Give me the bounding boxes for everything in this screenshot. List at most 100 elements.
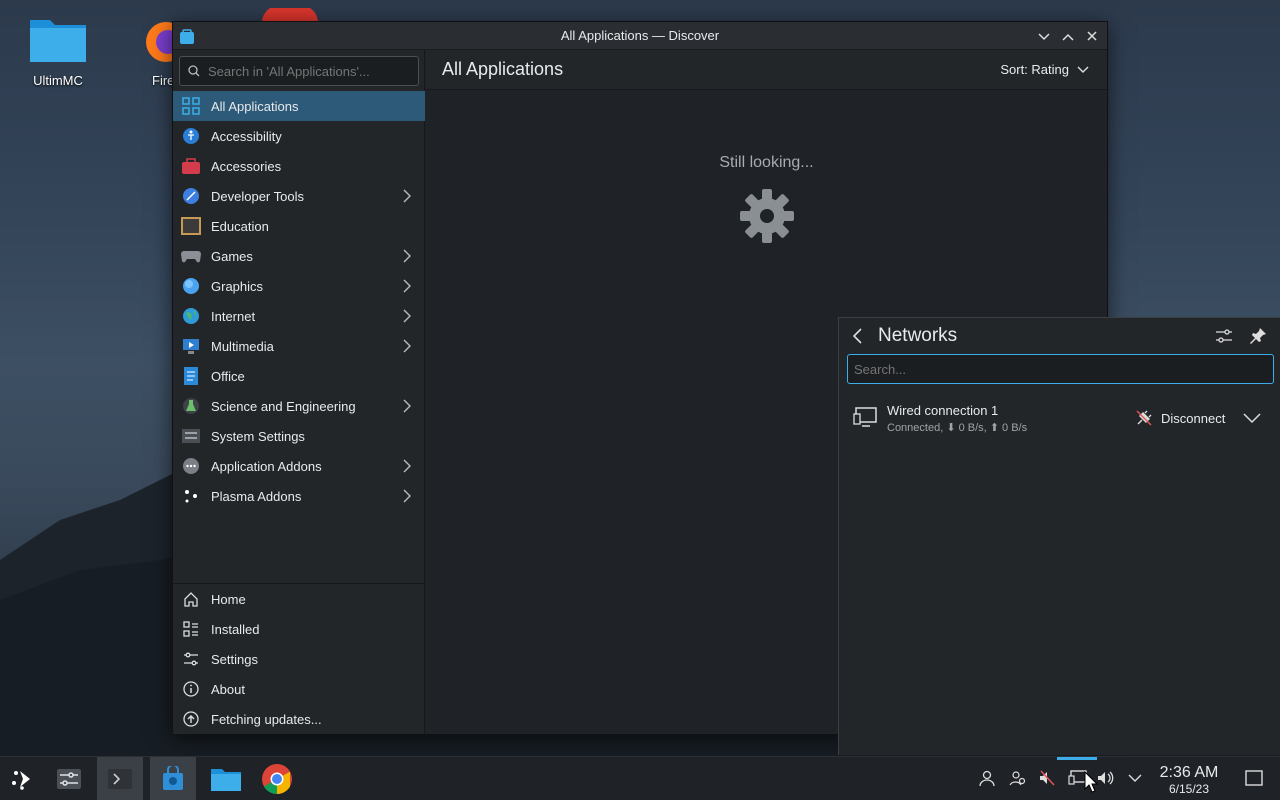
clock-time: 2:36 AM [1159,764,1219,781]
education-icon [181,216,201,236]
task-discover[interactable] [150,757,196,800]
disconnect-button[interactable]: Disconnect [1135,409,1225,427]
networks-search-input[interactable] [854,361,1254,377]
active-tray-indicator [1057,757,1097,760]
games-icon [181,246,201,266]
chevron-right-icon [403,489,411,503]
search-icon [188,65,200,77]
networks-search[interactable] [847,354,1274,384]
settings-sliders-icon [57,769,81,789]
clock[interactable]: 2:36 AM 6/15/23 [1152,764,1226,796]
sidebar-item-accessories[interactable]: Accessories [173,151,425,181]
sidebar-item-system-settings[interactable]: System Settings [173,421,425,451]
chevron-right-icon [403,189,411,203]
home-icon [181,589,201,609]
firefox-icon [146,22,176,62]
chrome-icon [262,764,292,794]
sidebar-item-education[interactable]: Education [173,211,425,241]
sidebar-item-label: All Applications [211,98,299,114]
wired-network-icon [853,407,877,427]
sidebar-item-internet[interactable]: Internet [173,301,425,331]
gear-icon [739,189,794,243]
sidebar-item-science[interactable]: Science and Engineering [173,391,425,421]
launcher-icon [12,771,30,790]
user-switcher[interactable] [976,767,998,789]
chevron-down-icon[interactable] [1243,412,1261,424]
mouse-cursor-icon [1084,771,1098,793]
connection-item[interactable]: Wired connection 1 Connected, ⬇ 0 B/s, ⬆… [839,392,1279,444]
sidebar-item-all-applications[interactable]: All Applications [173,91,425,121]
close-button[interactable] [1083,27,1101,45]
nav-home[interactable]: Home [173,584,425,614]
sidebar-item-label: Plasma Addons [211,488,302,504]
sidebar: All Applications Accessibility Accessori… [173,50,425,734]
chevron-right-icon [403,459,411,473]
sidebar-item-games[interactable]: Games [173,241,425,271]
sidebar-search[interactable] [179,56,419,86]
networks-header: Networks [839,318,1280,354]
chevron-right-icon [403,249,411,263]
speaker-muted-icon [1040,770,1055,786]
sidebar-item-label: Accessories [211,158,282,174]
show-desktop-button[interactable] [1243,767,1265,789]
configure-icon[interactable] [1214,326,1234,346]
nav-installed[interactable]: Installed [173,614,425,644]
application-launcher[interactable] [0,757,46,800]
search-input[interactable] [208,63,408,79]
sidebar-item-multimedia[interactable]: Multimedia [173,331,425,361]
minimize-button[interactable] [1035,27,1053,45]
sidebar-item-developer-tools[interactable]: Developer Tools [173,181,425,211]
red-app-icon [262,8,318,22]
users-icon [1009,771,1026,786]
kde-connect[interactable] [1006,767,1028,789]
loading-status: Still looking... [719,154,814,171]
chevron-right-icon [403,279,411,293]
chevron-down-icon [1077,66,1089,73]
discover-app-icon [180,29,194,44]
sidebar-item-application-addons[interactable]: Application Addons [173,451,425,481]
folder-icon [211,769,241,791]
content-header: All Applications Sort: Rating [426,50,1107,90]
task-terminal[interactable] [97,757,143,800]
desktop-icon-ultimmc[interactable]: UltimMC [18,12,98,88]
microphone-muted[interactable] [1036,767,1058,789]
taskbar: 2:36 AM 6/15/23 [0,756,1280,800]
maximize-button[interactable] [1059,27,1077,45]
sidebar-item-label: Developer Tools [211,188,304,204]
back-arrow-icon[interactable] [851,328,865,344]
sidebar-item-office[interactable]: Office [173,361,425,391]
category-list: All Applications Accessibility Accessori… [173,91,425,511]
about-icon [181,679,201,699]
installed-icon [181,619,201,639]
chevron-down-icon [1128,774,1142,782]
updates-icon [181,709,201,729]
system-settings-icon [181,426,201,446]
sidebar-item-plasma-addons[interactable]: Plasma Addons [173,481,425,511]
task-file-manager[interactable] [203,757,249,800]
show-hidden-icons[interactable] [1124,767,1146,789]
clock-date: 6/15/23 [1168,782,1210,796]
task-chrome[interactable] [254,757,300,800]
accessories-icon [181,156,201,176]
nav-settings[interactable]: Settings [173,644,425,674]
nav-updates[interactable]: Fetching updates... [173,704,425,734]
nav-about[interactable]: About [173,674,425,704]
volume-tray[interactable] [1095,767,1117,789]
task-system-settings[interactable] [46,757,92,800]
window-titlebar[interactable]: All Applications — Discover [173,22,1107,50]
sidebar-item-graphics[interactable]: Graphics [173,271,425,301]
chevron-down-icon [1038,33,1050,41]
pin-icon[interactable] [1248,326,1268,346]
sort-dropdown[interactable]: Sort: Rating [1000,62,1089,77]
terminal-icon [108,769,132,789]
desktop-icon-firefox[interactable]: Fire [136,12,176,88]
settings-icon [181,649,201,669]
show-desktop-icon [1245,770,1263,786]
science-icon [181,396,201,416]
sidebar-item-accessibility[interactable]: Accessibility [173,121,425,151]
sidebar-item-label: Games [211,248,253,264]
discover-icon [163,766,183,790]
nav-label: Fetching updates... [211,711,322,727]
developer-tools-icon [181,186,201,206]
sidebar-item-label: System Settings [211,428,305,444]
